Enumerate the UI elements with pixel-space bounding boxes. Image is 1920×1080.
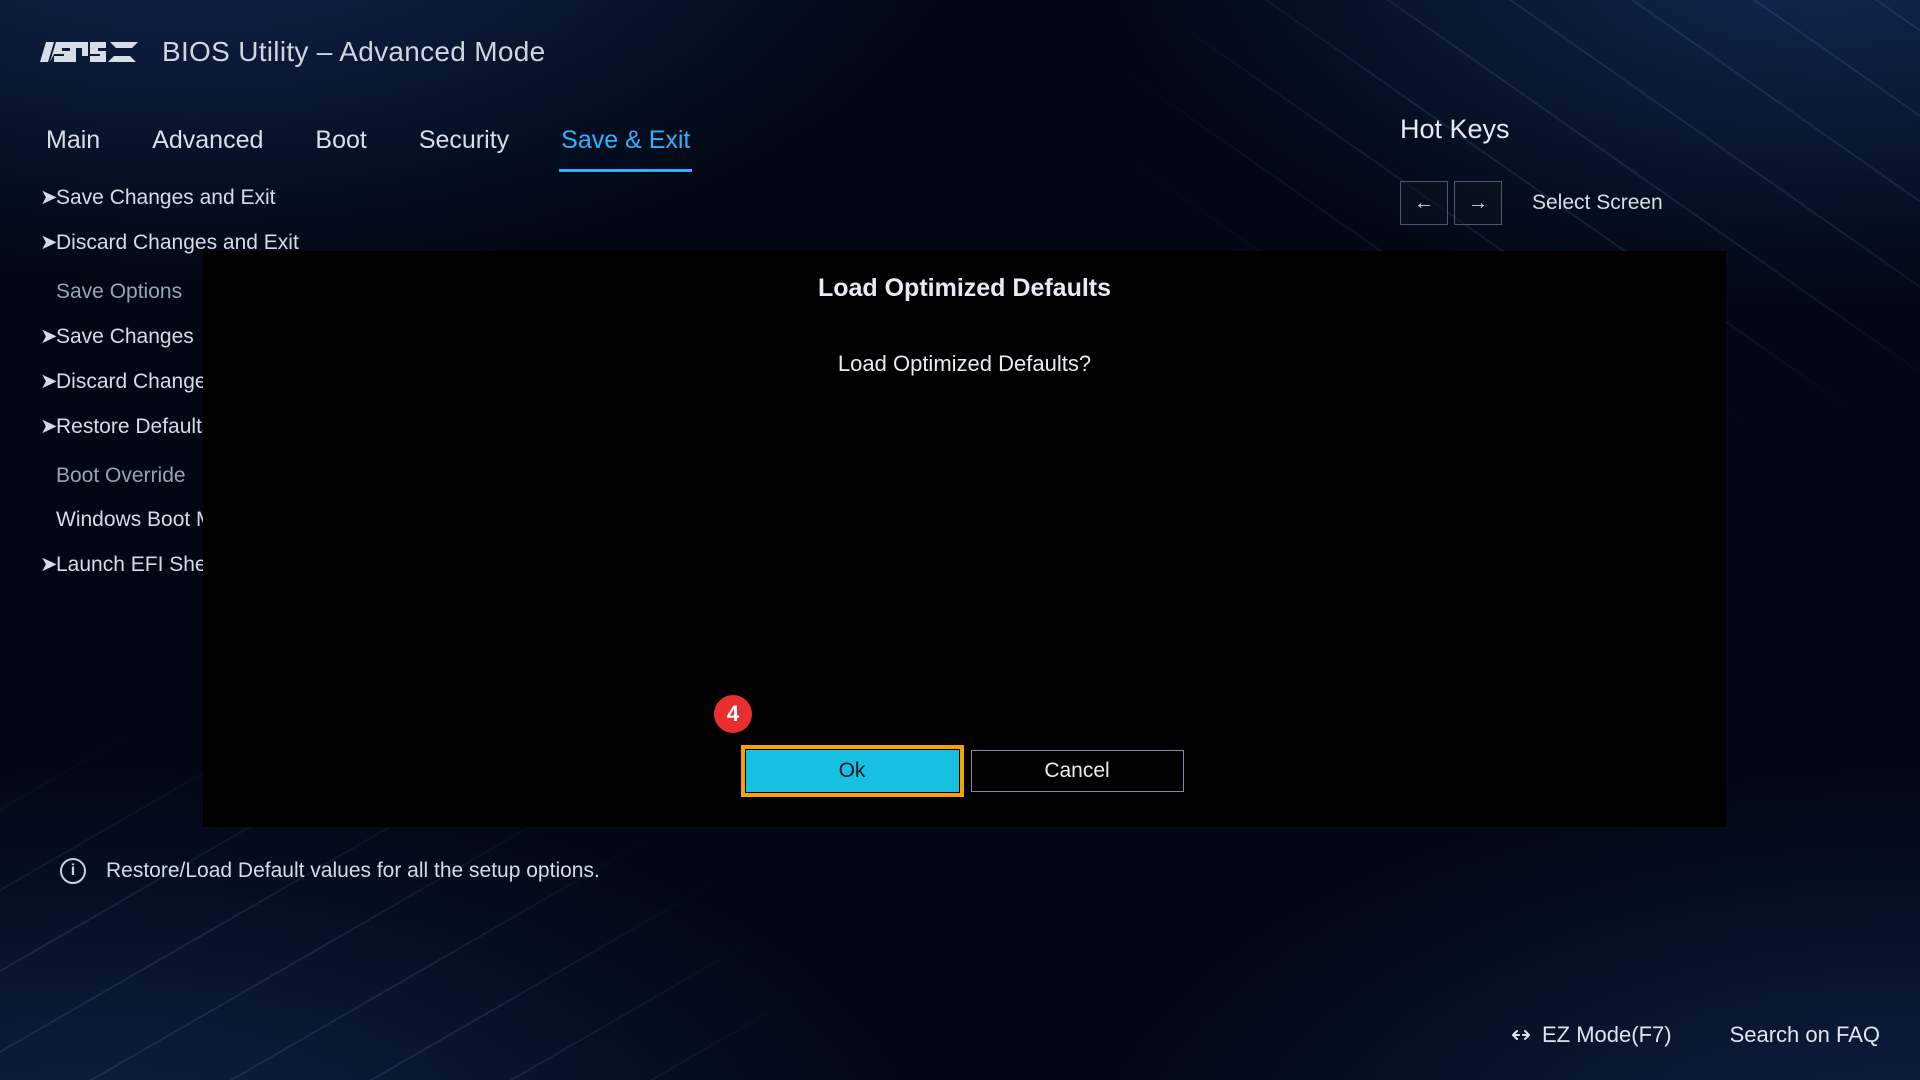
cancel-button[interactable]: Cancel [971,750,1184,792]
load-defaults-dialog: Load Optimized Defaults Load Optimized D… [203,251,1726,827]
dialog-title: Load Optimized Defaults [204,274,1725,303]
annotation-step-badge: 4 [714,695,752,733]
dialog-message: Load Optimized Defaults? [204,351,1725,377]
ok-button[interactable]: Ok [746,750,959,792]
